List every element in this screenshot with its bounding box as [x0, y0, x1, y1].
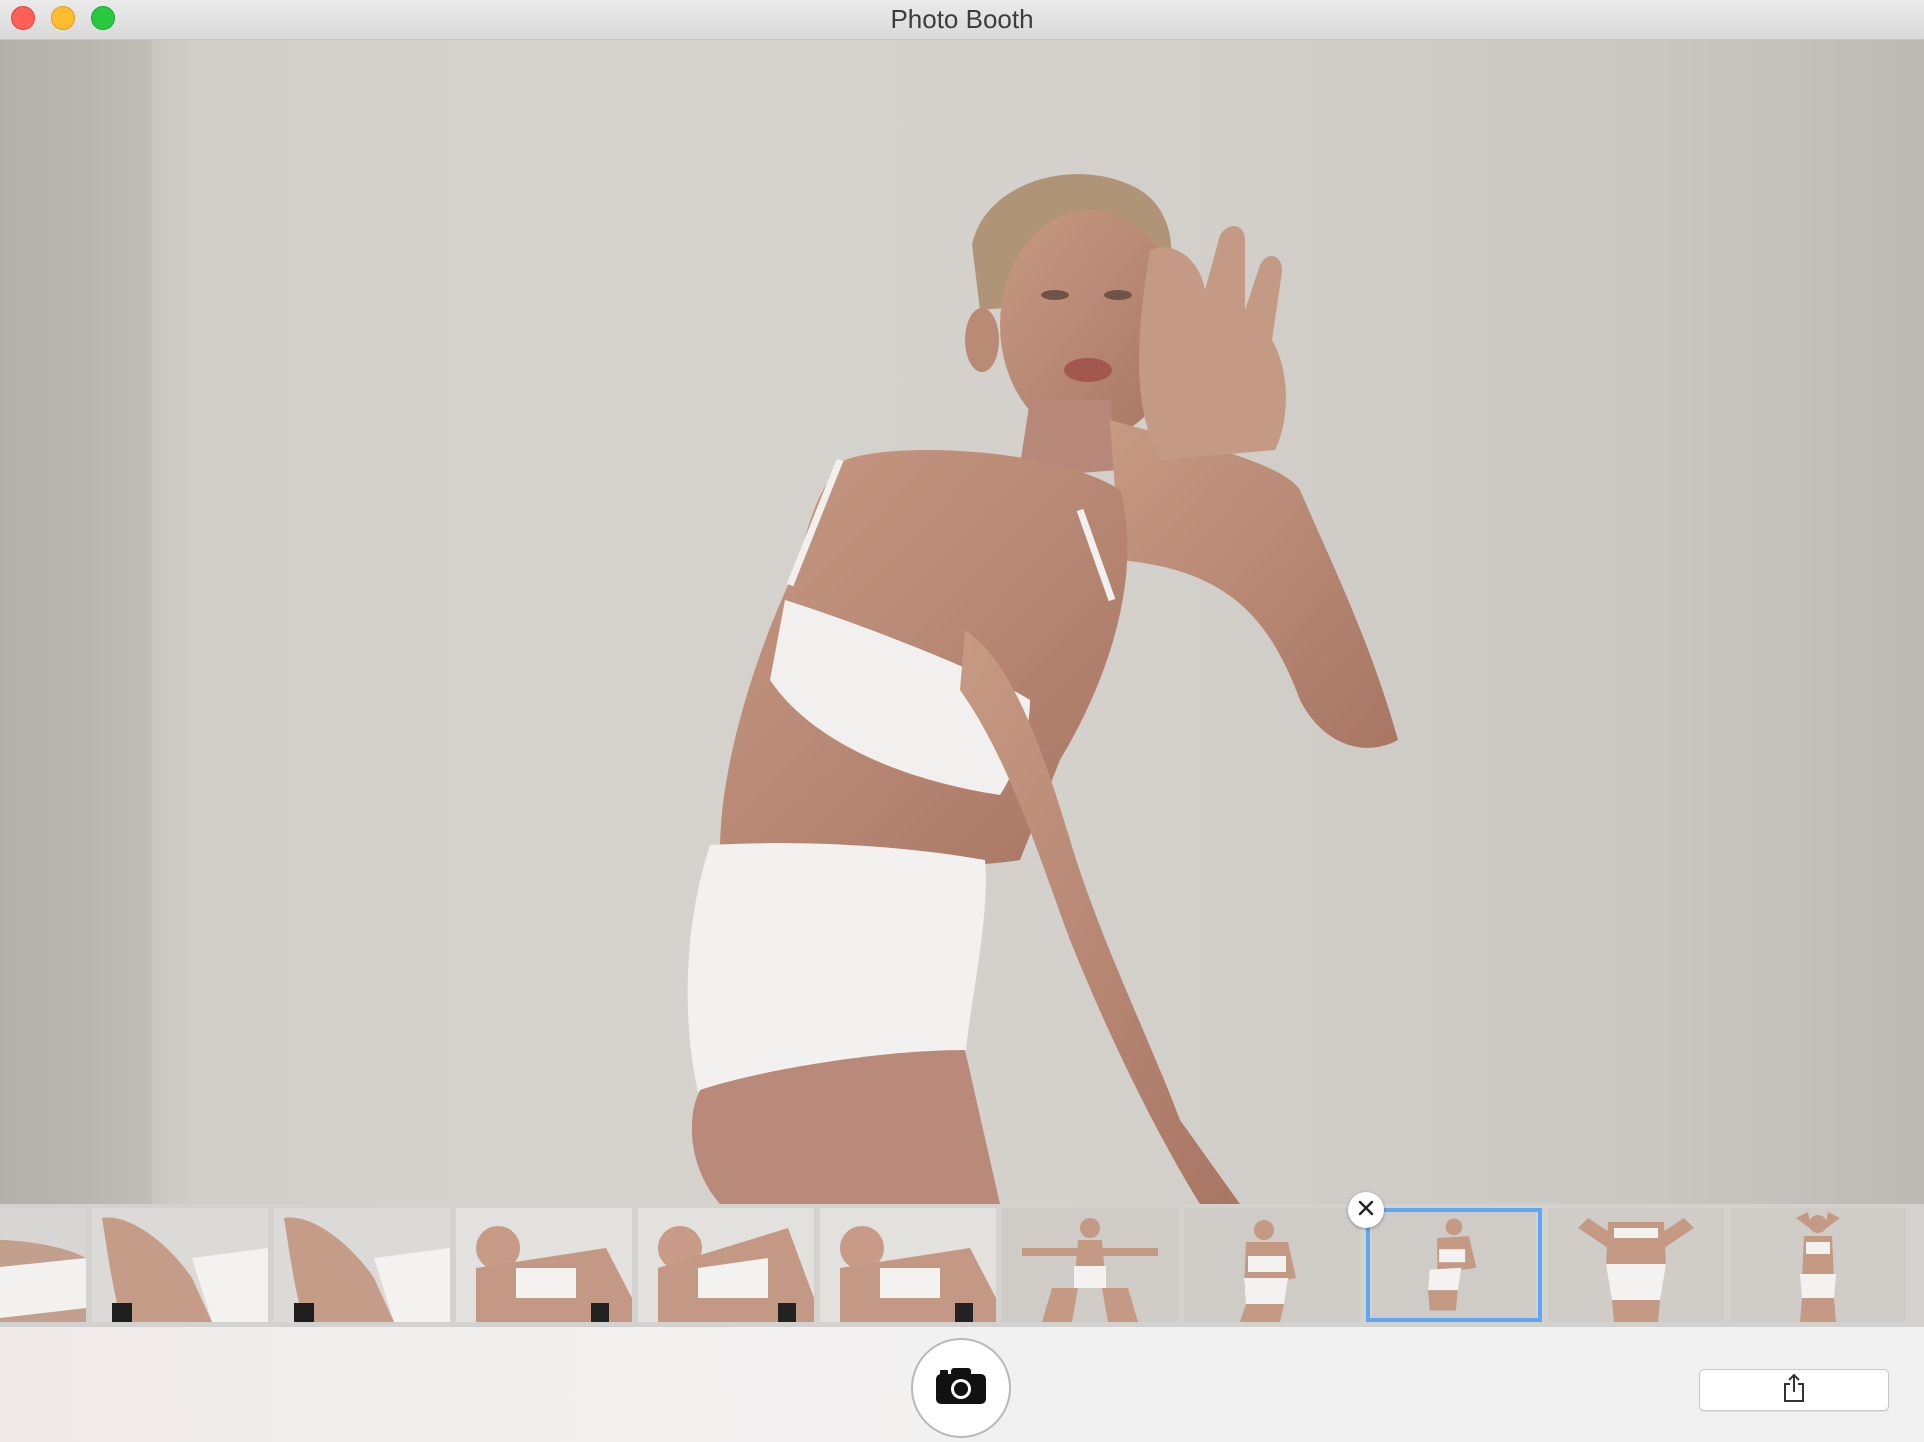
- thumbnail[interactable]: [1184, 1208, 1360, 1322]
- thumbnail[interactable]: [820, 1208, 996, 1322]
- thumbnail[interactable]: [0, 1208, 86, 1322]
- filmstrip[interactable]: [0, 1204, 1924, 1326]
- share-button[interactable]: [1699, 1369, 1889, 1411]
- photo-preview: [0, 40, 1924, 1204]
- photo-booth-window: Photo Booth: [0, 0, 1924, 1442]
- thumbnail[interactable]: [1002, 1208, 1178, 1322]
- x-mark-icon: [1357, 1199, 1375, 1222]
- thumbnail[interactable]: [274, 1208, 450, 1322]
- delete-photo-button[interactable]: [1348, 1192, 1384, 1228]
- title-bar[interactable]: Photo Booth: [0, 0, 1924, 40]
- share-icon: [1782, 1373, 1806, 1408]
- thumbnail[interactable]: [1730, 1208, 1906, 1322]
- camera-icon: [934, 1366, 988, 1411]
- window-title: Photo Booth: [890, 4, 1034, 34]
- take-photo-button[interactable]: [911, 1338, 1011, 1438]
- thumbnail[interactable]: [456, 1208, 632, 1322]
- thumbnail-selected[interactable]: [1366, 1208, 1542, 1322]
- thumbnail[interactable]: [638, 1208, 814, 1322]
- thumbnail[interactable]: [1548, 1208, 1724, 1322]
- bottom-toolbar: [0, 1326, 1924, 1442]
- portrait-image: [0, 40, 1924, 1204]
- thumbnail[interactable]: [92, 1208, 268, 1322]
